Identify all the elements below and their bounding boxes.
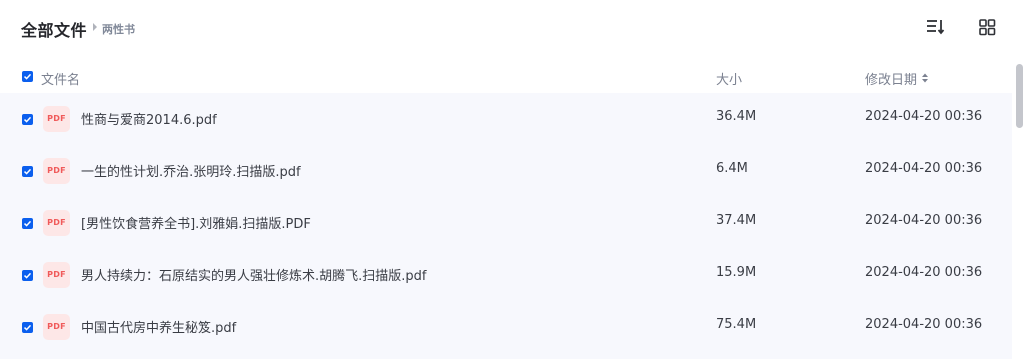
file-modified-date: 2024-04-20 00:36 xyxy=(865,109,983,124)
checkmark-icon xyxy=(23,73,32,80)
row-checkbox[interactable] xyxy=(22,322,33,333)
file-size: 36.4M xyxy=(716,109,757,124)
column-header-name[interactable]: 文件名 xyxy=(41,69,80,88)
grid-view-icon xyxy=(979,19,996,36)
breadcrumb-current-folder: 两性书 xyxy=(102,23,135,36)
top-bar: 全部文件 两性书 xyxy=(0,0,1024,58)
table-row[interactable]: PDF 一生的性计划.乔治.张明玲.扫描版.pdf 6.4M 2024-04-2… xyxy=(0,145,1012,197)
scrollbar-thumb[interactable] xyxy=(1016,64,1023,128)
file-size: 37.4M xyxy=(716,213,757,228)
file-size: 15.9M xyxy=(716,265,757,280)
file-modified-date: 2024-04-20 00:36 xyxy=(865,213,983,228)
file-name[interactable]: 中国古代房中养生秘笈.pdf xyxy=(81,317,236,336)
row-checkbox[interactable] xyxy=(22,114,33,125)
checkmark-icon xyxy=(23,324,32,331)
column-header-size[interactable]: 大小 xyxy=(716,69,742,88)
table-row[interactable]: PDF [男性饮食营养全书].刘雅娟.扫描版.PDF 37.4M 2024-04… xyxy=(0,197,1012,249)
file-list: PDF 性商与爱商2014.6.pdf 36.4M 2024-04-20 00:… xyxy=(0,93,1012,359)
file-modified-date: 2024-04-20 00:36 xyxy=(865,161,983,176)
checkmark-icon xyxy=(23,272,32,279)
file-name[interactable]: 性商与爱商2014.6.pdf xyxy=(81,109,217,128)
select-all-checkbox[interactable] xyxy=(22,71,33,82)
sort-list-icon xyxy=(927,20,945,35)
grid-view-button[interactable] xyxy=(976,16,998,38)
table-header: 文件名 大小 修改日期 xyxy=(0,60,1012,94)
file-size: 6.4M xyxy=(716,161,748,176)
pdf-file-icon: PDF xyxy=(43,210,70,236)
sort-caret-icon[interactable] xyxy=(922,73,928,83)
checkmark-icon xyxy=(23,168,32,175)
file-name[interactable]: 一生的性计划.乔治.张明玲.扫描版.pdf xyxy=(81,161,301,180)
file-size: 75.4M xyxy=(716,317,757,332)
column-header-modified[interactable]: 修改日期 xyxy=(865,69,917,88)
file-modified-date: 2024-04-20 00:36 xyxy=(865,265,983,280)
pdf-file-icon: PDF xyxy=(43,262,70,288)
sort-button[interactable] xyxy=(924,16,946,38)
table-row[interactable]: PDF 性商与爱商2014.6.pdf 36.4M 2024-04-20 00:… xyxy=(0,93,1012,145)
pdf-file-icon: PDF xyxy=(43,106,70,132)
file-modified-date: 2024-04-20 00:36 xyxy=(865,317,983,332)
checkmark-icon xyxy=(23,220,32,227)
pdf-file-icon: PDF xyxy=(43,158,70,184)
page-title[interactable]: 全部文件 xyxy=(21,17,87,41)
row-checkbox[interactable] xyxy=(22,270,33,281)
table-row[interactable]: PDF 中国古代房中养生秘笈.pdf 75.4M 2024-04-20 00:3… xyxy=(0,301,1012,353)
table-row[interactable]: PDF 男人持续力：石原结实的男人强壮修炼术.胡腾飞.扫描版.pdf 15.9M… xyxy=(0,249,1012,301)
file-name[interactable]: [男性饮食营养全书].刘雅娟.扫描版.PDF xyxy=(81,213,311,232)
checkmark-icon xyxy=(23,116,32,123)
row-checkbox[interactable] xyxy=(22,166,33,177)
pdf-file-icon: PDF xyxy=(43,314,70,340)
file-name[interactable]: 男人持续力：石原结实的男人强壮修炼术.胡腾飞.扫描版.pdf xyxy=(81,265,426,284)
row-checkbox[interactable] xyxy=(22,218,33,229)
breadcrumb-arrow-icon xyxy=(93,23,97,31)
